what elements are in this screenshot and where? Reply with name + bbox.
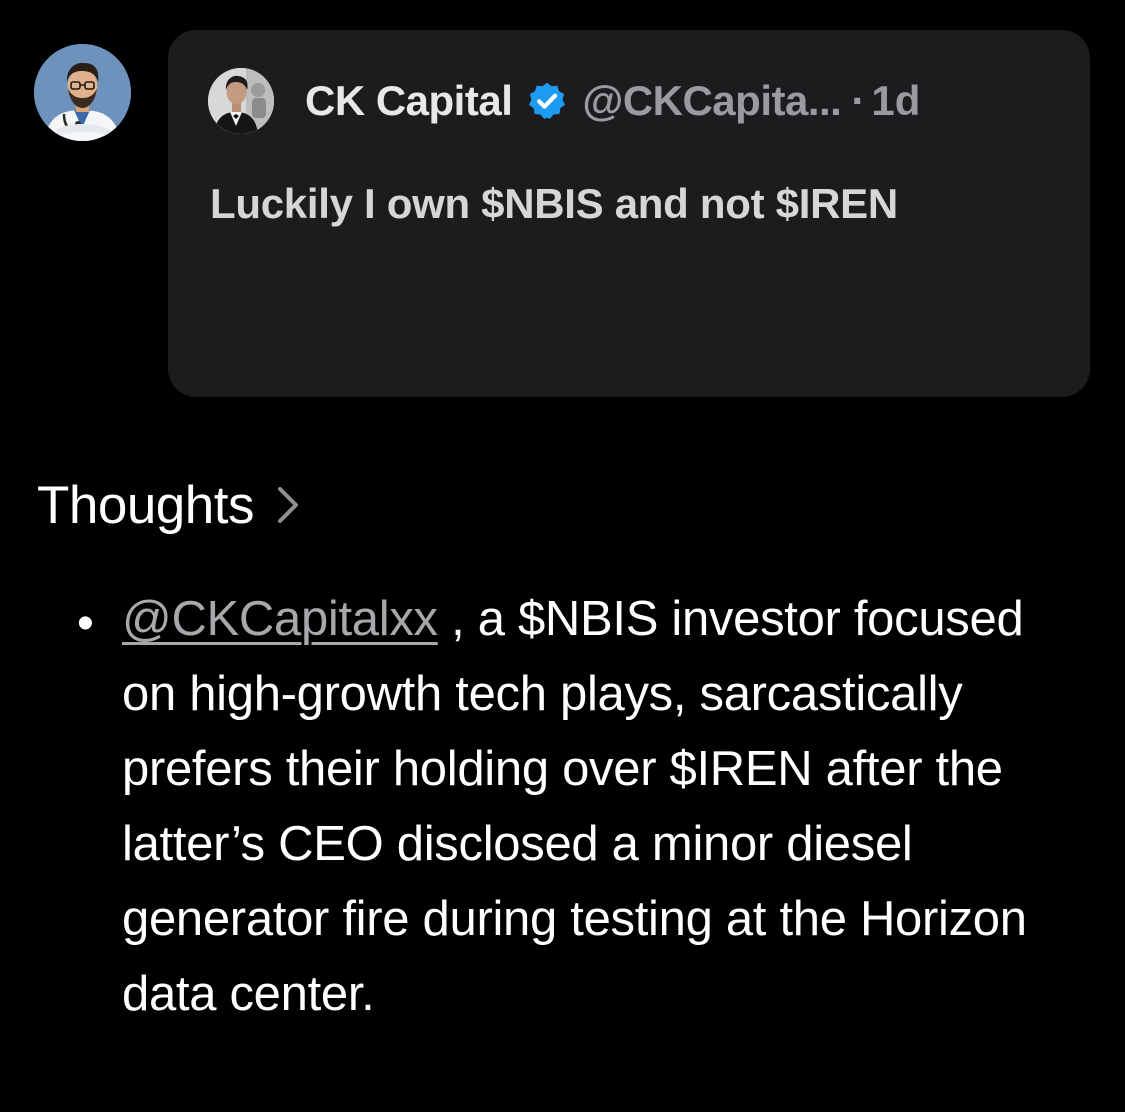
author-handle[interactable]: @CKCapita... [582, 77, 841, 125]
thoughts-heading: Thoughts [37, 475, 254, 535]
tuxedo-man-avatar-icon [208, 68, 274, 134]
quoted-post-text: Luckily I own $NBIS and not $IREN [210, 180, 898, 227]
chevron-right-icon [277, 487, 298, 523]
author-avatar[interactable] [208, 68, 274, 134]
author-name[interactable]: CK Capital [305, 77, 513, 125]
thought-summary: @CKCapitalxx , a $NBIS investor focused … [122, 582, 1072, 1032]
summary-body: , a $NBIS investor focused on high-growt… [122, 592, 1027, 1021]
user-avatar[interactable] [34, 44, 131, 141]
thoughts-section-header[interactable]: Thoughts [37, 470, 300, 540]
verified-badge-icon [529, 82, 566, 119]
quoted-post-card[interactable]: CK Capital @CKCapita... · 1d Luckily I o… [168, 30, 1090, 397]
doctor-avatar-icon [34, 44, 131, 141]
quoted-post-header: CK Capital @CKCapita... · 1d [208, 68, 920, 134]
post-age: 1d [871, 77, 921, 124]
bullet-point: • [77, 597, 94, 650]
separator-dot: · [851, 77, 866, 124]
mention-link[interactable]: @CKCapitalxx [122, 592, 438, 646]
